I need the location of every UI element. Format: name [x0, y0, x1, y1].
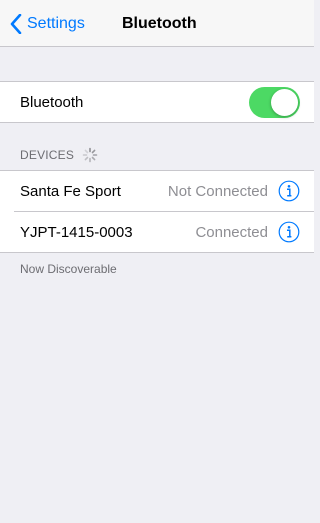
bluetooth-label: Bluetooth — [20, 93, 84, 111]
info-icon[interactable] — [278, 180, 300, 202]
navigation-bar: Settings Bluetooth — [0, 0, 314, 47]
devices-header-label: DEVICES — [20, 148, 75, 162]
device-row[interactable]: Santa Fe Sport Not Connected — [0, 171, 314, 211]
bluetooth-row: Bluetooth — [0, 82, 314, 122]
device-status: Not Connected — [167, 182, 268, 200]
toggle-knob — [271, 88, 298, 116]
devices-list: Santa Fe Sport Not Connected YJPT-1415-0… — [0, 170, 314, 253]
back-button-label: Settings — [27, 15, 85, 32]
bluetooth-group: Bluetooth — [0, 81, 314, 123]
device-row[interactable]: YJPT-1415-0003 Connected — [0, 212, 314, 252]
device-status: Connected — [195, 223, 268, 241]
bluetooth-toggle[interactable] — [249, 86, 300, 118]
info-icon[interactable] — [278, 221, 300, 243]
page-title: Bluetooth — [122, 15, 197, 32]
device-name: YJPT-1415-0003 — [20, 223, 133, 241]
chevron-left-icon — [10, 14, 22, 34]
loading-spinner-icon — [82, 147, 98, 163]
devices-section-header: DEVICES — [20, 147, 98, 163]
device-name: Santa Fe Sport — [20, 182, 121, 200]
discoverable-status: Now Discoverable — [20, 262, 117, 276]
back-button[interactable]: Settings — [10, 13, 85, 35]
